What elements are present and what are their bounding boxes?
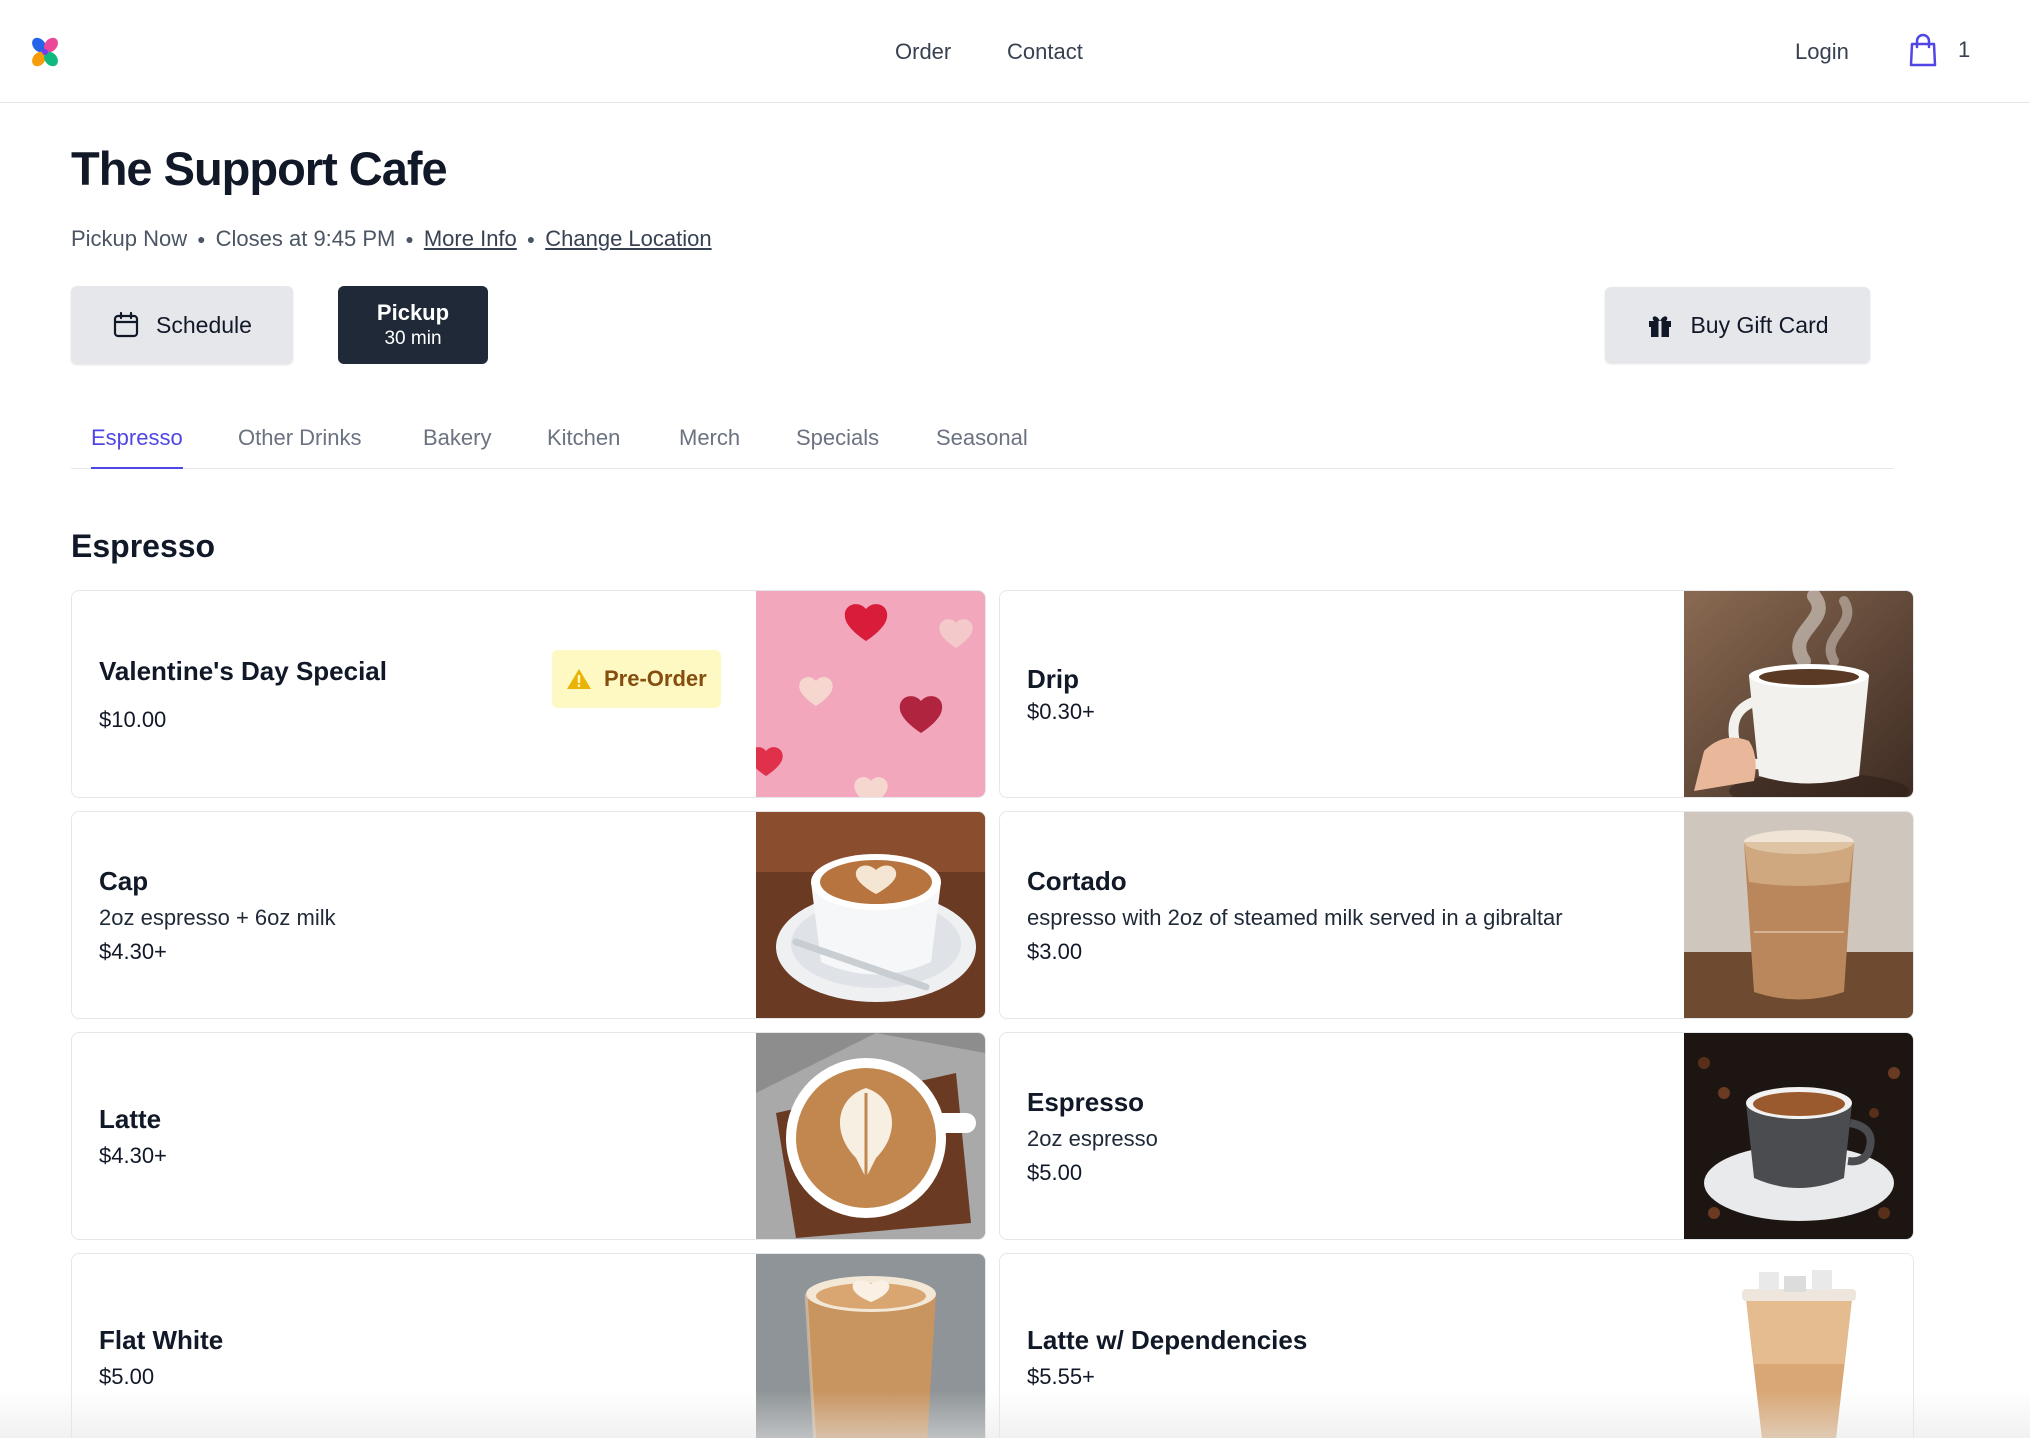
closing-time: Closes at 9:45 PM [215, 226, 396, 251]
menu-item-card[interactable]: Cap 2oz espresso + 6oz milk $4.30+ [71, 811, 986, 1019]
item-info: Flat White $5.00 [99, 1254, 223, 1438]
item-info: Latte w/ Dependencies $5.55+ [1027, 1254, 1307, 1438]
item-price: $4.30+ [99, 938, 167, 964]
item-info: Valentine's Day Special $10.00 [99, 591, 387, 797]
tab-espresso[interactable]: Espresso [91, 415, 183, 469]
item-info: Cortado espresso with 2oz of steamed mil… [1027, 812, 1563, 1018]
item-name: Drip [1027, 663, 1079, 694]
tab-merch[interactable]: Merch [679, 415, 740, 469]
gift-icon [1649, 316, 1672, 337]
item-price: $5.00 [99, 1363, 155, 1389]
item-description: 2oz espresso [1027, 1125, 1158, 1151]
warning-icon [567, 669, 591, 689]
menu-item-card[interactable]: Espresso 2oz espresso $5.00 [999, 1032, 1914, 1240]
nav-order-link[interactable]: Order [895, 0, 951, 103]
gift-card-label: Buy Gift Card [1690, 311, 1829, 338]
cortado-glass-photo [1684, 812, 1913, 1018]
calendar-icon [113, 311, 139, 338]
store-status-line: Pickup Now ● Closes at 9:45 PM ● More In… [71, 226, 712, 252]
separator-dot: ● [526, 231, 536, 247]
item-name: Latte w/ Dependencies [1027, 1324, 1308, 1355]
item-name: Cortado [1027, 865, 1127, 896]
item-name: Latte [99, 1103, 162, 1134]
badge-label: Pre-Order [604, 666, 707, 691]
schedule-label: Schedule [156, 311, 252, 338]
menu-item-card[interactable]: Latte w/ Dependencies $5.55+ [999, 1253, 1914, 1438]
espresso-cup-photo [1684, 1033, 1913, 1239]
separator-dot: ● [405, 231, 414, 247]
item-info: Drip $0.30+ [1027, 591, 1095, 797]
item-price: $5.00 [1027, 1159, 1083, 1185]
section-title: Espresso [71, 528, 216, 564]
steaming-mug-photo [1684, 591, 1913, 797]
tab-other-drinks[interactable]: Other Drinks [238, 415, 361, 469]
tab-kitchen[interactable]: Kitchen [547, 415, 620, 469]
item-price: $5.55+ [1027, 1363, 1095, 1389]
schedule-button[interactable]: Schedule [71, 286, 293, 364]
tab-bakery[interactable]: Bakery [423, 415, 491, 469]
separator-dot: ● [197, 231, 206, 247]
nav-contact-link[interactable]: Contact [1007, 0, 1083, 103]
menu-category-tabs: Espresso Other Drinks Bakery Kitchen Mer… [71, 415, 1894, 469]
iced-latte-cup-photo [1684, 1254, 1913, 1438]
item-description: espresso with 2oz of steamed milk served… [1027, 904, 1563, 930]
pink-hearts-photo [756, 591, 985, 797]
item-name: Cap [99, 865, 149, 896]
shopping-bag-icon [1909, 33, 1937, 67]
cappuccino-cup-photo [756, 812, 985, 1018]
item-name: Valentine's Day Special [99, 655, 387, 686]
menu-item-card[interactable]: Latte $4.30+ [71, 1032, 986, 1240]
item-price: $4.30+ [99, 1142, 167, 1168]
item-price: $10.00 [99, 706, 167, 732]
menu-item-card[interactable]: Drip $0.30+ [999, 590, 1914, 798]
item-name: Espresso [1027, 1086, 1145, 1117]
flat-white-glass-photo [756, 1254, 985, 1438]
menu-item-card[interactable]: Cortado espresso with 2oz of steamed mil… [999, 811, 1914, 1019]
item-price: $0.30+ [1027, 698, 1095, 724]
login-link[interactable]: Login [1795, 0, 1849, 103]
page-title: The Support Cafe [71, 142, 448, 195]
item-info: Latte $4.30+ [99, 1033, 167, 1239]
top-navigation-bar: Order Contact Login 1 [0, 0, 2030, 103]
item-price: $3.00 [1027, 938, 1083, 964]
item-info: Cap 2oz espresso + 6oz milk $4.30+ [99, 812, 336, 1018]
cart-button[interactable]: 1 [1908, 33, 1970, 67]
change-location-link[interactable]: Change Location [545, 226, 711, 252]
item-info: Espresso 2oz espresso $5.00 [1027, 1033, 1158, 1239]
tab-seasonal[interactable]: Seasonal [936, 415, 1028, 469]
buy-gift-card-button[interactable]: Buy Gift Card [1605, 287, 1870, 363]
menu-item-card[interactable]: Flat White $5.00 [71, 1253, 986, 1438]
pre-order-badge: Pre-Order [552, 650, 721, 708]
item-description: 2oz espresso + 6oz milk [99, 904, 336, 930]
item-name: Flat White [99, 1324, 224, 1355]
more-info-link[interactable]: More Info [424, 226, 517, 252]
pickup-time: 30 min [384, 328, 442, 349]
pickup-status: Pickup Now [71, 226, 188, 251]
latte-art-photo [756, 1033, 985, 1239]
pickup-label: Pickup [376, 300, 450, 325]
pickup-button[interactable]: Pickup 30 min [338, 286, 488, 364]
cart-count: 1 [1958, 37, 1971, 62]
tab-specials[interactable]: Specials [796, 415, 879, 469]
menu-item-card[interactable]: Valentine's Day Special $10.00 Pre-Order [71, 590, 986, 798]
flower-logo-icon[interactable] [28, 35, 62, 69]
